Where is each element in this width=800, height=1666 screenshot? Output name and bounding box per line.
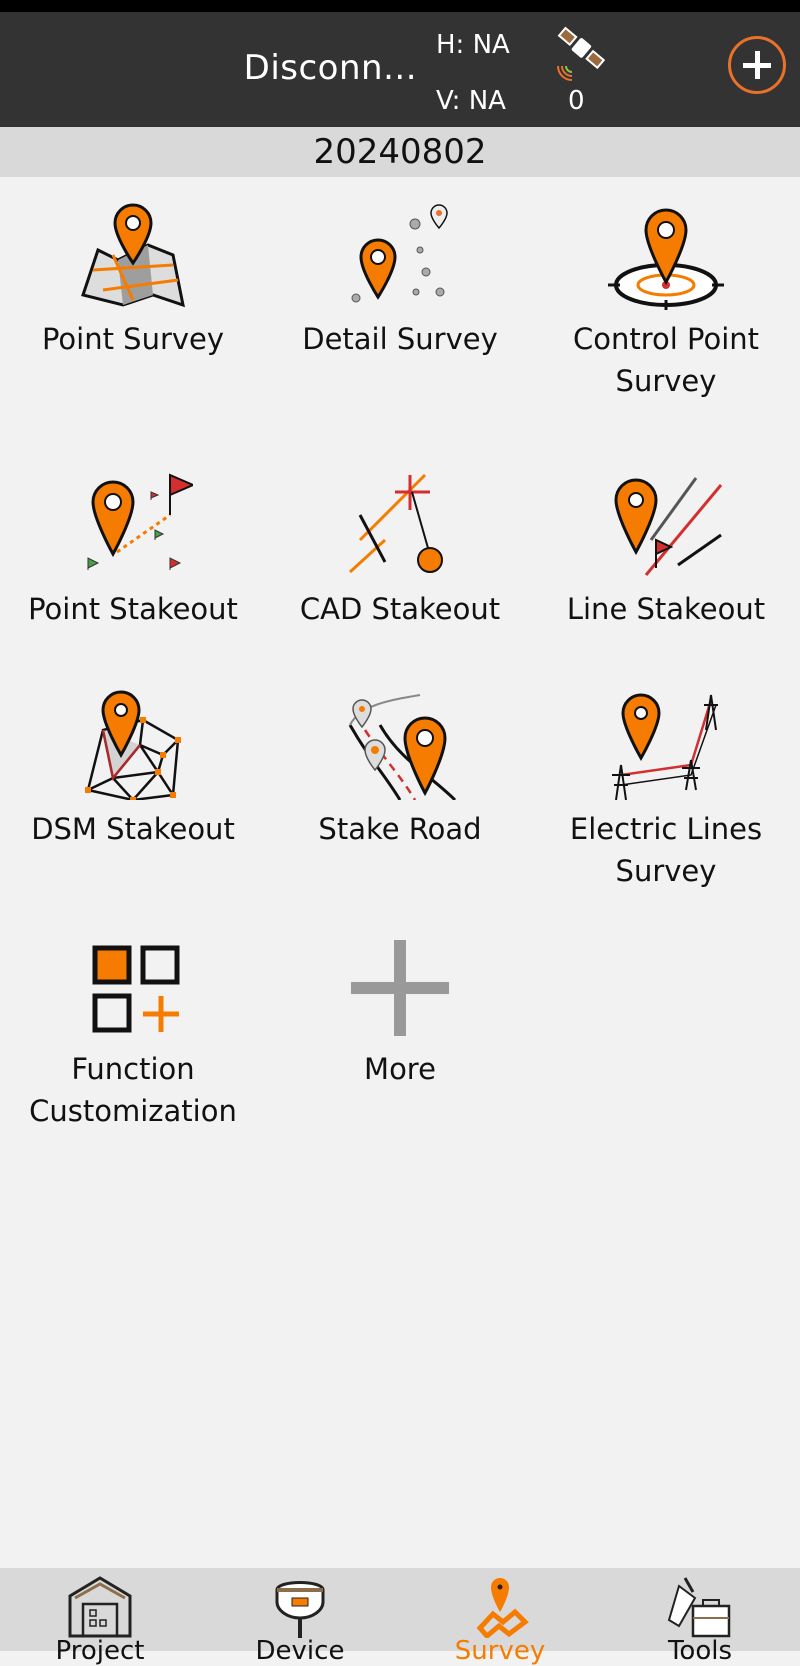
tab-label: Survey [454, 1636, 546, 1666]
grid-add-icon [92, 945, 180, 1033]
function-label: DSM Stakeout [31, 812, 235, 846]
function-cad-stakeout[interactable]: CAD Stakeout [267, 470, 533, 630]
tab-label: Device [255, 1636, 345, 1666]
satellite-count: 0 [568, 86, 585, 116]
project-name[interactable]: 20240802 [0, 127, 800, 177]
cad-crosshair-icon [348, 473, 443, 574]
tab-label: Project [55, 1636, 145, 1666]
target-pin-icon [608, 208, 724, 310]
function-customization[interactable]: Function Customization [0, 930, 266, 1132]
function-label: Function Customization [29, 1052, 237, 1128]
multi-pin-icon [351, 204, 448, 303]
function-label: More [364, 1052, 436, 1086]
triangulation-mesh-icon [85, 690, 181, 800]
connection-status[interactable]: Disconn... [244, 48, 417, 88]
h-precision: H: NA [436, 30, 510, 60]
bottom-tab-bar: Project Device Survey Tools [0, 1568, 800, 1666]
plus-icon [351, 940, 449, 1036]
function-line-stakeout[interactable]: Line Stakeout [533, 470, 799, 630]
function-label: Point Survey [41, 322, 225, 356]
road-pin-icon [348, 694, 457, 800]
survey-pin-icon [476, 1578, 529, 1638]
line-flag-icon [614, 477, 723, 576]
function-control-point-survey[interactable]: Control Point Survey [533, 200, 799, 402]
toolbox-icon [667, 1577, 731, 1638]
function-detail-survey[interactable]: Detail Survey [267, 200, 533, 360]
function-point-stakeout[interactable]: Point Stakeout [0, 470, 266, 630]
function-label: CAD Stakeout [299, 592, 501, 626]
app-header: Disconn... H: NA V: NA 0 [0, 12, 800, 127]
function-label: Electric Lines Survey [569, 812, 763, 888]
function-label: Control Point Survey [572, 322, 760, 398]
satellite-icon[interactable] [548, 22, 608, 82]
tab-tools[interactable]: Tools [600, 1568, 800, 1666]
pin-flags-icon [87, 473, 193, 570]
tab-label: Tools [667, 1636, 733, 1666]
warehouse-icon [68, 1576, 132, 1638]
gnss-receiver-icon [275, 1581, 325, 1638]
tab-survey[interactable]: Survey [400, 1568, 600, 1666]
function-label: Point Stakeout [28, 592, 238, 626]
function-stake-road[interactable]: Stake Road [267, 690, 533, 850]
tab-project[interactable]: Project [0, 1568, 200, 1666]
tab-device[interactable]: Device [200, 1568, 400, 1666]
system-status-bar [0, 0, 800, 12]
function-label: Line Stakeout [566, 592, 766, 626]
function-label: Detail Survey [302, 322, 498, 356]
function-label: Stake Road [318, 812, 482, 846]
function-dsm-stakeout[interactable]: DSM Stakeout [0, 690, 266, 850]
power-tower-icon [612, 693, 718, 800]
add-button[interactable] [728, 36, 786, 94]
function-point-survey[interactable]: Point Survey [0, 200, 266, 360]
v-precision: V: NA [436, 86, 506, 116]
function-more[interactable]: More [267, 930, 533, 1090]
function-electric-lines-survey[interactable]: Electric Lines Survey [533, 690, 799, 892]
map-pin-icon [81, 203, 185, 308]
